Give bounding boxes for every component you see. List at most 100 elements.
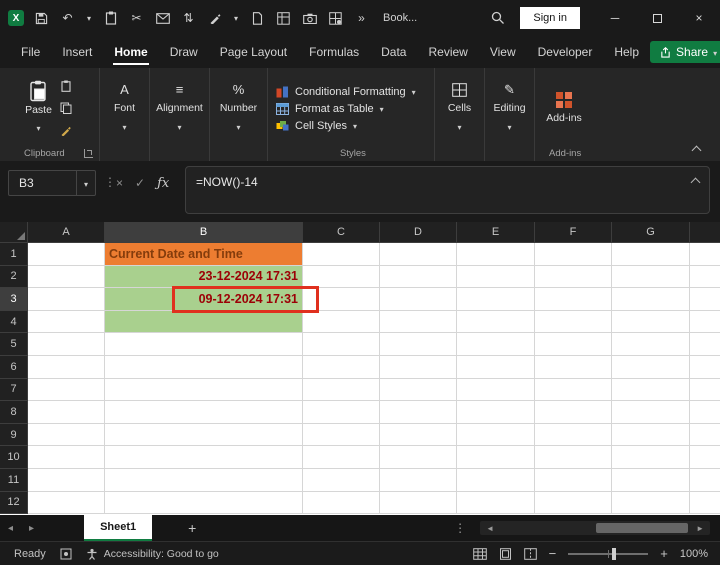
cell-D2[interactable] — [380, 265, 457, 289]
cell-G7[interactable] — [612, 378, 690, 402]
collapse-ribbon-icon[interactable] — [691, 145, 702, 156]
horizontal-scrollbar[interactable]: ◄ ► — [480, 521, 710, 535]
row-header-11[interactable]: 11 — [0, 468, 28, 492]
cell-C4[interactable] — [303, 310, 380, 334]
scroll-right-icon[interactable]: ► — [690, 524, 710, 533]
cell-E5[interactable] — [457, 333, 535, 356]
cell-F3[interactable] — [535, 288, 612, 311]
menu-item-insert[interactable]: Insert — [51, 36, 103, 68]
cell-A7[interactable] — [28, 378, 105, 402]
cell-A3[interactable] — [28, 288, 105, 311]
cell-F4[interactable] — [535, 310, 612, 334]
row-header-3[interactable]: 3 — [0, 288, 28, 311]
select-all-button[interactable] — [0, 222, 28, 243]
cell-E3[interactable] — [457, 288, 535, 311]
format-painter-icon[interactable] — [58, 123, 74, 137]
cell-B1[interactable]: Current Date and Time — [105, 243, 303, 266]
format-as-table-button[interactable]: Format as Table — [276, 102, 384, 115]
zoom-slider[interactable] — [568, 547, 649, 560]
cell-C1[interactable] — [303, 243, 380, 266]
insert-function-icon[interactable]: ƒx — [157, 176, 169, 191]
row-header-4[interactable]: 4 — [0, 310, 28, 334]
accessibility-icon[interactable] — [86, 548, 98, 560]
menu-item-developer[interactable]: Developer — [527, 36, 604, 68]
search-icon[interactable] — [489, 10, 506, 27]
cell-F11[interactable] — [535, 468, 612, 492]
column-header-E[interactable]: E — [457, 222, 535, 243]
row-header-2[interactable]: 2 — [0, 265, 28, 289]
conditional-formatting-button[interactable]: Conditional Formatting — [276, 86, 416, 98]
cell-E8[interactable] — [457, 401, 535, 424]
editing-group-button[interactable]: ✎ Editing — [485, 68, 535, 161]
cell-C6[interactable] — [303, 355, 380, 379]
sheet-bar-dots-icon[interactable]: ⋮ — [454, 521, 466, 535]
borders-grid-icon[interactable] — [327, 10, 344, 27]
zoom-level[interactable]: 100% — [680, 548, 708, 560]
clipboard-icon[interactable] — [102, 10, 119, 27]
cell-D12[interactable] — [380, 491, 457, 515]
menu-item-view[interactable]: View — [479, 36, 527, 68]
zoom-slider-thumb[interactable] — [612, 547, 617, 560]
add-sheet-button[interactable]: + — [188, 520, 196, 536]
sheet-tab-sheet1[interactable]: Sheet1 — [84, 515, 153, 541]
close-button[interactable]: × — [678, 0, 720, 36]
format-painter-icon[interactable] — [206, 10, 223, 27]
cell-A6[interactable] — [28, 355, 105, 379]
cell-G10[interactable] — [612, 446, 690, 469]
cell-G8[interactable] — [612, 401, 690, 424]
cell-F5[interactable] — [535, 333, 612, 356]
column-header-G[interactable]: G — [612, 222, 690, 243]
cell-G1[interactable] — [612, 243, 690, 266]
cell-A5[interactable] — [28, 333, 105, 356]
row-header-7[interactable]: 7 — [0, 378, 28, 402]
cell-F2[interactable] — [535, 265, 612, 289]
cell-E2[interactable] — [457, 265, 535, 289]
save-icon[interactable] — [33, 10, 50, 27]
cell-F9[interactable] — [535, 423, 612, 447]
cell-F8[interactable] — [535, 401, 612, 424]
row-header-6[interactable]: 6 — [0, 355, 28, 379]
page-layout-view-icon[interactable] — [499, 547, 512, 560]
cell-F10[interactable] — [535, 446, 612, 469]
row-header-5[interactable]: 5 — [0, 333, 28, 356]
menu-item-review[interactable]: Review — [417, 36, 478, 68]
cell-A12[interactable] — [28, 491, 105, 515]
cell-A2[interactable] — [28, 265, 105, 289]
cell-G5[interactable] — [612, 333, 690, 356]
addins-button[interactable]: Add-ins Add-ins — [535, 68, 593, 161]
cell-C10[interactable] — [303, 446, 380, 469]
clipboard-dialog-launcher-icon[interactable] — [84, 149, 93, 158]
confirm-entry-icon[interactable]: ✓ — [135, 176, 145, 190]
cell-C12[interactable] — [303, 491, 380, 515]
cell-F12[interactable] — [535, 491, 612, 515]
scroll-left-icon[interactable]: ◄ — [480, 524, 500, 533]
formula-bar-dots-icon[interactable]: ⋮ — [104, 175, 116, 189]
cell-B11[interactable] — [105, 468, 303, 492]
cell-G2[interactable] — [612, 265, 690, 289]
menu-item-data[interactable]: Data — [370, 36, 417, 68]
row-header-12[interactable]: 12 — [0, 491, 28, 515]
cell-E6[interactable] — [457, 355, 535, 379]
page-break-view-icon[interactable] — [523, 547, 537, 560]
paste-special-icon[interactable] — [58, 79, 74, 93]
cell-F6[interactable] — [535, 355, 612, 379]
cell-G12[interactable] — [612, 491, 690, 515]
copy-icon[interactable] — [58, 101, 74, 115]
cell-A4[interactable] — [28, 310, 105, 334]
cell-D5[interactable] — [380, 333, 457, 356]
cell-G6[interactable] — [612, 355, 690, 379]
cell-B10[interactable] — [105, 446, 303, 469]
cell-G4[interactable] — [612, 310, 690, 334]
more-commands-icon[interactable]: » — [353, 10, 370, 27]
name-box-caret-icon[interactable] — [75, 171, 95, 195]
minimize-button[interactable]: ─ — [594, 0, 636, 36]
cell-A8[interactable] — [28, 401, 105, 424]
cell-A9[interactable] — [28, 423, 105, 447]
menu-item-formulas[interactable]: Formulas — [298, 36, 370, 68]
cell-A10[interactable] — [28, 446, 105, 469]
paste-button[interactable]: Paste — [25, 80, 52, 136]
table-edit-icon[interactable] — [275, 10, 292, 27]
next-sheet-icon[interactable]: ▸ — [21, 523, 42, 534]
cell-E11[interactable] — [457, 468, 535, 492]
sort-icon[interactable]: ⇅ — [180, 10, 197, 27]
